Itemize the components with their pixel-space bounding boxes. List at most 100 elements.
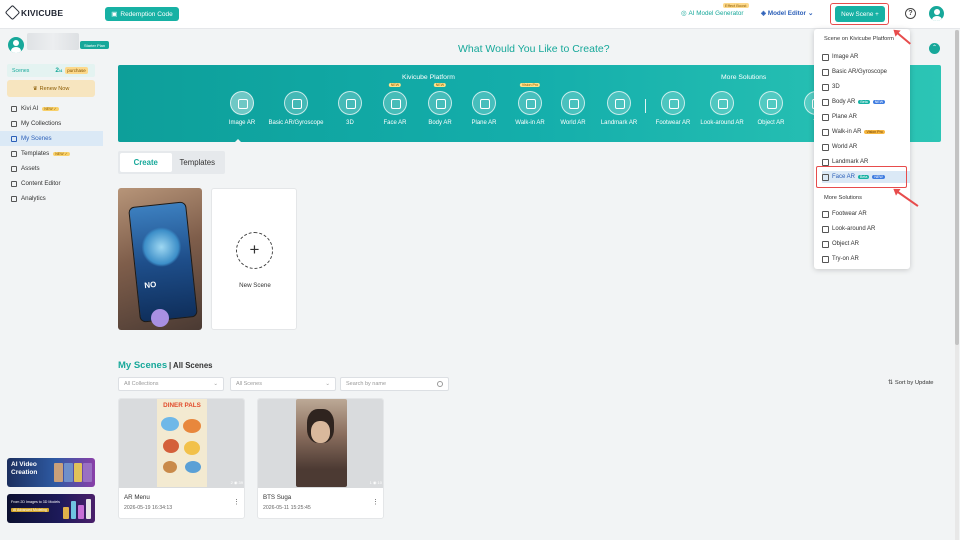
crown-icon: ♛ — [32, 85, 38, 92]
top-header: KIVICUBE ▣ Redemption Code Effect Boost … — [0, 0, 960, 29]
look-around-icon — [822, 225, 829, 233]
sidebar-item-content-editor[interactable]: Content Editor — [0, 176, 103, 191]
redemption-code-button[interactable]: ▣ Redemption Code — [105, 7, 179, 21]
user-avatar-icon[interactable] — [929, 6, 944, 21]
tab-create[interactable]: Create — [120, 153, 172, 172]
sidebar-item-my-collections[interactable]: My Collections — [0, 116, 103, 131]
cube-icon: ◈ — [761, 10, 766, 17]
menu-item-world-ar[interactable]: World AR — [822, 141, 910, 153]
sparkle-icon: ◎ — [681, 10, 687, 17]
scene-stats: 1 ◉ 10 — [369, 480, 382, 485]
menu-item-look-around-ar[interactable]: Look-around AR — [822, 223, 910, 235]
logo-mark-icon — [4, 4, 21, 21]
dropdown-section-more-solutions: More Solutions — [824, 195, 862, 201]
body-icon — [822, 98, 829, 106]
menu-item-basic-ar-gyroscope[interactable]: Basic AR/Gyroscope — [822, 66, 910, 78]
record-button — [151, 309, 169, 327]
avatar[interactable] — [8, 37, 24, 53]
scene-thumbnail: DINER PALS 2 ◉ 39 — [119, 399, 244, 488]
all-scenes-heading: | All Scenes — [169, 361, 213, 370]
phone-preview-image — [128, 201, 198, 323]
scrollbar-thumb[interactable] — [955, 30, 959, 345]
collapse-chevron-up-icon[interactable]: ⌃ — [929, 43, 940, 54]
scenes-quota: Scenes 2/4 purchase — [7, 64, 95, 77]
sidebar-item-templates[interactable]: Templates NEW ✓ — [0, 146, 103, 161]
landmark-icon — [822, 158, 829, 166]
create-templates-tabs: Create Templates — [118, 151, 225, 174]
banner-heading-more-solutions: More Solutions — [721, 74, 767, 81]
chevron-down-icon: ⌄ — [213, 381, 218, 387]
try-on-icon — [822, 255, 829, 263]
scenes-filter-select[interactable]: All Scenes ⌄ — [230, 377, 336, 391]
sidebar-item-analytics[interactable]: Analytics — [0, 191, 103, 206]
scenes-count: 2/4 — [55, 67, 63, 74]
new-scene-button[interactable]: New Scene + — [835, 6, 885, 22]
sidebar-item-kivi-ai[interactable]: Kivi AI NEW ✓ — [0, 101, 103, 116]
object-icon — [822, 240, 829, 248]
dropdown-section-kivicube: Scene on Kivicube Platform — [824, 36, 894, 42]
face-ar-highlight-box — [816, 166, 907, 188]
walk-in-icon — [822, 128, 829, 136]
renew-now-button[interactable]: ♛ Renew Now — [7, 80, 95, 97]
chevron-down-icon: ⌄ — [325, 381, 330, 387]
menu-item-body-ar[interactable]: Body AR Beta NEW — [822, 96, 910, 108]
sidebar-item-assets[interactable]: Assets — [0, 161, 103, 176]
ai-model-generator-link[interactable]: ◎ AI Model Generator — [681, 10, 743, 17]
chevron-down-icon: ⌄ — [807, 10, 814, 17]
scene-card-bts-suga[interactable]: 1 ◉ 10 BTS Suga 2026-05-11 15:25:45 ⋮ — [257, 398, 384, 519]
scene-card-ar-menu[interactable]: DINER PALS 2 ◉ 39 AR Menu 2026-05-19 16:… — [118, 398, 245, 519]
username-blurred — [27, 33, 79, 50]
menu-item-footwear-ar[interactable]: Footwear AR — [822, 208, 910, 220]
search-input[interactable]: Search by name — [340, 377, 449, 391]
footwear-icon — [822, 210, 829, 218]
promo-thumbnails — [54, 463, 92, 482]
portrait-photo-image — [296, 399, 347, 487]
more-options-icon[interactable]: ⋮ — [372, 498, 379, 506]
look-around-icon — [710, 91, 734, 115]
menu-item-object-ar[interactable]: Object AR — [822, 238, 910, 250]
tab-templates[interactable]: Templates — [172, 153, 224, 172]
editor-icon — [11, 180, 17, 187]
scenes-icon — [11, 135, 17, 142]
kivicube-logo[interactable]: KIVICUBE — [4, 4, 63, 21]
3d-icon — [822, 83, 829, 91]
menu-item-try-on-ar[interactable]: Try-on AR — [822, 253, 910, 265]
sort-by-update-button[interactable]: ⇅ Sort by Update — [888, 380, 934, 386]
object-icon — [759, 91, 783, 115]
ai-3d-modeling-banner[interactable]: From 2D Images to 3D Models AI Advanced … — [7, 494, 95, 523]
image-ar-preview-card[interactable] — [118, 188, 202, 330]
plane-icon — [822, 113, 829, 121]
gyroscope-icon — [284, 91, 308, 115]
ai-video-creation-banner[interactable]: AI Video Creation — [7, 458, 95, 487]
scene-thumbnail: 1 ◉ 10 — [258, 399, 383, 488]
new-scene-card[interactable]: + New Scene — [211, 188, 297, 330]
collections-filter-select[interactable]: All Collections ⌄ — [118, 377, 224, 391]
more-options-icon[interactable]: ⋮ — [233, 498, 240, 506]
sidebar-nav: Kivi AI NEW ✓ My Collections My Scenes Te… — [0, 101, 103, 206]
folder-icon — [11, 120, 17, 127]
purchase-button[interactable]: purchase — [65, 67, 88, 74]
sort-icon: ⇅ — [888, 380, 893, 386]
world-icon — [561, 91, 585, 115]
gyroscope-icon — [822, 68, 829, 76]
menu-item-plane-ar[interactable]: Plane AR — [822, 111, 910, 123]
question-circle-icon[interactable]: ? — [905, 8, 916, 19]
menu-poster-image: DINER PALS — [157, 399, 207, 487]
new-scene-dropdown: Scene on Kivicube Platform Image AR Basi… — [814, 29, 910, 269]
my-scenes-heading[interactable]: My Scenes — [118, 360, 167, 371]
search-icon — [437, 381, 443, 387]
menu-item-image-ar[interactable]: Image AR — [822, 51, 910, 63]
sidebar-item-my-scenes[interactable]: My Scenes — [0, 131, 103, 146]
menu-item-walk-in-ar[interactable]: Walk-in AR Vision Pro — [822, 126, 910, 138]
gift-icon: ▣ — [111, 11, 118, 18]
model-editor-menu[interactable]: ◈ Model Editor ⌄ — [761, 10, 813, 17]
3d-icon — [338, 91, 362, 115]
face-icon — [383, 91, 407, 115]
template-icon — [11, 150, 17, 157]
menu-item-3d[interactable]: 3D — [822, 81, 910, 93]
world-icon — [822, 143, 829, 151]
image-ar-icon — [822, 53, 829, 61]
assets-icon — [11, 165, 17, 172]
ai-icon — [11, 105, 17, 112]
scene-stats: 2 ◉ 39 — [230, 480, 243, 485]
